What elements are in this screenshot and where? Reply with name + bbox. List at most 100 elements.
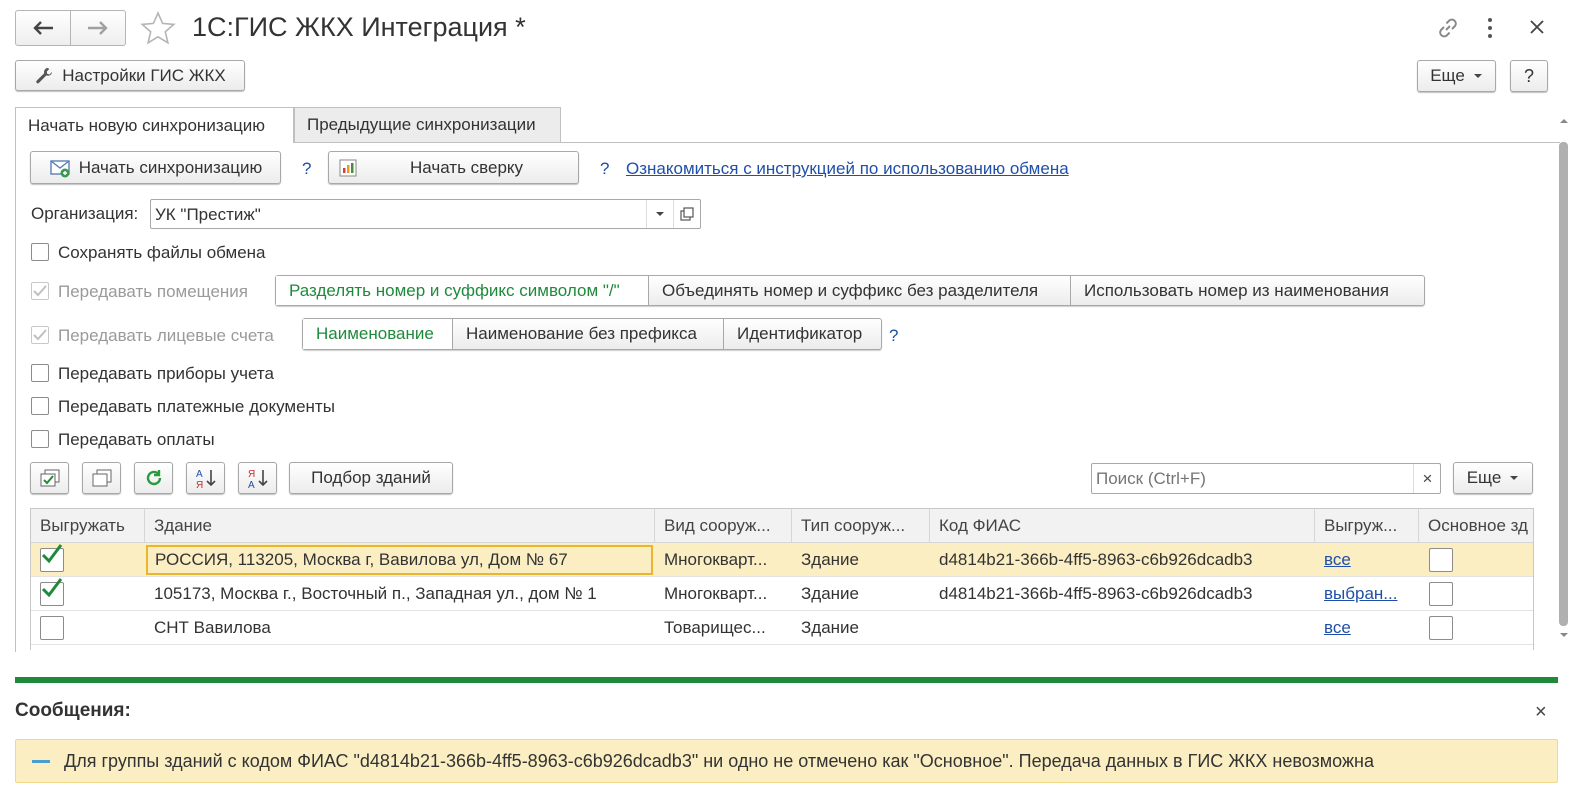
rooms-mode-slash[interactable]: Разделять номер и суффикс символом "/": [276, 276, 649, 305]
sort-desc-button[interactable]: ЯА: [238, 462, 277, 494]
col-kind[interactable]: Вид сооруж...: [655, 509, 792, 543]
row-fias[interactable]: [930, 611, 1315, 645]
more-button-table[interactable]: Еще: [1453, 462, 1533, 494]
transfer-payment-docs-label: Передавать платежные документы: [58, 397, 335, 416]
row-fias[interactable]: d4814b21-366b-4ff5-8963-c6b926dcadb3: [930, 543, 1315, 577]
tab-new-sync[interactable]: Начать новую синхронизацию: [15, 107, 294, 143]
row-kind[interactable]: Многокварт...: [655, 543, 785, 577]
check-all-icon: [40, 469, 59, 487]
row-export-mode-link[interactable]: все: [1315, 543, 1419, 577]
link-icon[interactable]: [1435, 15, 1461, 41]
row-type[interactable]: Здание: [792, 543, 930, 577]
tab-active-cover: [16, 141, 293, 144]
transfer-meters-checkbox[interactable]: [31, 364, 49, 382]
window-title: 1С:ГИС ЖКХ Интеграция *: [192, 12, 526, 42]
message-text: Для группы зданий с кодом ФИАС "d4814b21…: [64, 751, 1374, 771]
more-label-table: Еще: [1466, 468, 1502, 487]
row-export-cell[interactable]: [31, 577, 145, 611]
back-button[interactable]: [16, 11, 71, 45]
col-export-mode[interactable]: Выгруж...: [1315, 509, 1419, 543]
col-building[interactable]: Здание: [145, 509, 655, 543]
col-type[interactable]: Тип сооруж...: [792, 509, 930, 543]
account-mode-name[interactable]: Наименование: [303, 319, 453, 349]
table-row[interactable]: СНТ Вавилова Товарищес... Здание все: [31, 611, 1533, 645]
help-check[interactable]: ?: [600, 159, 609, 179]
kebab-menu-icon[interactable]: [1483, 16, 1497, 40]
row-kind[interactable]: Товарищес...: [655, 611, 785, 645]
arrow-right-icon: [87, 21, 108, 35]
row-type[interactable]: Здание: [792, 577, 930, 611]
uncheck-all-button[interactable]: [82, 462, 121, 494]
refresh-button[interactable]: [134, 462, 173, 494]
save-files-checkbox[interactable]: [31, 243, 49, 261]
more-label: Еще: [1430, 66, 1465, 85]
row-main-checkbox[interactable]: [1429, 582, 1453, 606]
row-fias[interactable]: d4814b21-366b-4ff5-8963-c6b926dcadb3: [930, 577, 1315, 611]
organization-dropdown[interactable]: [646, 200, 673, 228]
row-main-cell[interactable]: [1419, 543, 1533, 577]
row-main-checkbox[interactable]: [1429, 616, 1453, 640]
scrollbar[interactable]: [1557, 118, 1571, 648]
transfer-accounts-checkbox: [31, 326, 49, 344]
row-export-checkbox[interactable]: [40, 544, 64, 572]
col-fias[interactable]: Код ФИАС: [930, 509, 1315, 543]
row-export-cell[interactable]: [31, 611, 145, 645]
search-input[interactable]: [1094, 466, 1410, 491]
help-sync[interactable]: ?: [302, 159, 311, 179]
scrollbar-thumb[interactable]: [1559, 142, 1568, 626]
tab-previous-syncs[interactable]: Предыдущие синхронизации: [294, 107, 561, 142]
account-mode-no-prefix[interactable]: Наименование без префикса: [453, 319, 724, 349]
col-export[interactable]: Выгружать: [31, 509, 145, 543]
row-kind[interactable]: Многокварт...: [655, 577, 785, 611]
search-clear-icon: ×: [1422, 468, 1433, 488]
start-sync-button[interactable]: Начать синхронизацию: [30, 151, 281, 184]
search-field[interactable]: ×: [1091, 463, 1441, 494]
check-icon: [41, 544, 63, 564]
search-clear-button[interactable]: ×: [1413, 464, 1441, 493]
organization-open[interactable]: [673, 200, 700, 228]
row-main-cell[interactable]: [1419, 611, 1533, 645]
row-main-cell[interactable]: [1419, 577, 1533, 611]
rooms-mode-name[interactable]: Использовать номер из наименования: [1071, 276, 1424, 305]
messages-title: Сообщения:: [15, 700, 131, 721]
instruction-link[interactable]: Ознакомиться с инструкцией по использова…: [626, 159, 1069, 179]
message-item[interactable]: Для группы зданий с кодом ФИАС "d4814b21…: [15, 739, 1558, 783]
check-all-button[interactable]: [30, 462, 69, 494]
close-window-icon[interactable]: [1529, 19, 1545, 35]
table-row[interactable]: РОССИЯ, 113205, Москва г, Вавилова ул, Д…: [31, 543, 1533, 577]
pick-buildings-button[interactable]: Подбор зданий: [289, 462, 453, 494]
row-type[interactable]: Здание: [792, 611, 930, 645]
transfer-payments-checkbox[interactable]: [31, 430, 49, 448]
start-check-label: Начать сверку: [410, 157, 524, 177]
row-building[interactable]: СНТ Вавилова: [145, 611, 655, 645]
messages-close-button[interactable]: ×: [1535, 701, 1547, 724]
rooms-mode-join[interactable]: Объединять номер и суффикс без разделите…: [649, 276, 1071, 305]
help-button[interactable]: ?: [1510, 60, 1548, 92]
transfer-payment-docs-checkbox[interactable]: [31, 397, 49, 415]
row-main-checkbox[interactable]: [1429, 548, 1453, 572]
help-accounts[interactable]: ?: [889, 326, 898, 346]
pick-buildings-label: Подбор зданий: [311, 468, 431, 487]
more-button-top[interactable]: Еще: [1417, 60, 1496, 92]
row-building[interactable]: 105173, Москва г., Восточный п., Западна…: [145, 577, 655, 611]
row-building[interactable]: РОССИЯ, 113205, Москва г, Вавилова ул, Д…: [146, 545, 653, 575]
gis-settings-button[interactable]: Настройки ГИС ЖКХ: [15, 60, 245, 91]
arrow-left-icon: [33, 21, 53, 35]
transfer-rooms-checkbox: [31, 282, 49, 300]
account-mode-id[interactable]: Идентификатор: [724, 319, 881, 349]
collapse-icon[interactable]: [32, 760, 50, 763]
star-icon[interactable]: [140, 11, 176, 45]
sort-asc-button[interactable]: АЯ: [186, 462, 225, 494]
row-export-mode-link[interactable]: все: [1315, 611, 1419, 645]
row-export-mode-link[interactable]: выбран...: [1315, 577, 1419, 611]
row-export-cell[interactable]: [31, 543, 145, 577]
sort-desc-icon: ЯА: [248, 469, 268, 489]
row-export-checkbox[interactable]: [40, 616, 64, 640]
forward-button[interactable]: [71, 11, 126, 45]
organization-field[interactable]: УК "Престиж": [150, 199, 701, 229]
svg-text:Я: Я: [248, 469, 255, 480]
row-export-checkbox[interactable]: [40, 578, 64, 606]
start-check-button[interactable]: Начать сверку: [328, 151, 579, 184]
col-main-building[interactable]: Основное зд: [1419, 509, 1533, 543]
table-row[interactable]: 105173, Москва г., Восточный п., Западна…: [31, 577, 1533, 611]
